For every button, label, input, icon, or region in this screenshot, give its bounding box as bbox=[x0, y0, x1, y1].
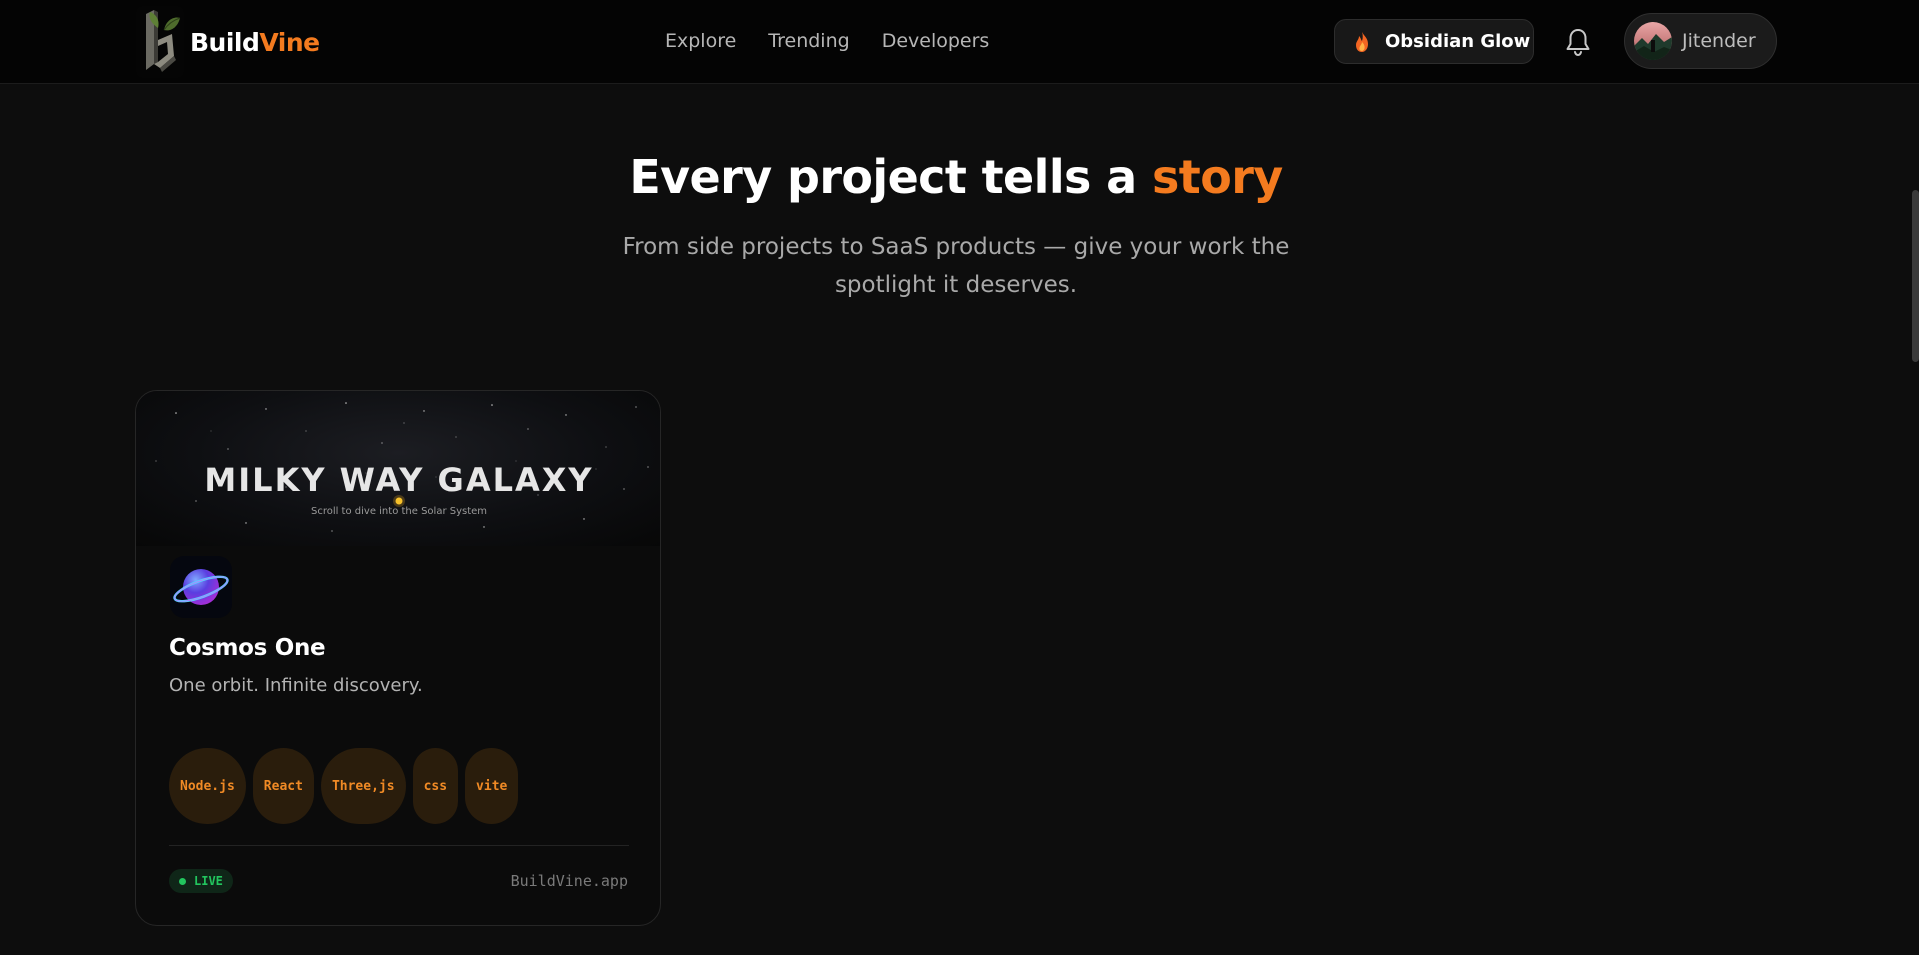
project-name: Cosmos One bbox=[169, 635, 326, 661]
avatar bbox=[1634, 22, 1672, 60]
card-divider bbox=[169, 845, 629, 846]
project-card[interactable]: MILKY WAY GALAXY Scroll to dive into the… bbox=[135, 390, 661, 926]
theme-button-label: Obsidian Glow bbox=[1385, 31, 1531, 52]
cover-title: MILKY WAY GALAXY bbox=[204, 461, 594, 499]
brand-name-part2: Vine bbox=[259, 27, 320, 57]
status-badge: LIVE bbox=[169, 869, 233, 893]
logo-icon bbox=[136, 6, 184, 78]
hero-title: Every project tells a story bbox=[0, 150, 1912, 204]
hero-title-main: Every project tells a bbox=[629, 150, 1153, 204]
nav-trending[interactable]: Trending bbox=[768, 28, 849, 54]
project-cover-image: MILKY WAY GALAXY Scroll to dive into the… bbox=[136, 391, 660, 546]
flame-icon bbox=[1356, 31, 1368, 52]
tech-chip: React bbox=[252, 748, 314, 824]
nav-explore[interactable]: Explore bbox=[665, 28, 736, 54]
nav-developers[interactable]: Developers bbox=[882, 28, 990, 54]
brand-name: BuildVine bbox=[190, 28, 320, 57]
brand-logo[interactable]: BuildVine bbox=[136, 6, 320, 78]
project-tagline: One orbit. Infinite discovery. bbox=[169, 675, 423, 696]
main-nav: Explore Trending Developers bbox=[665, 28, 989, 54]
tech-stack: Node.js React Three,js css vite bbox=[169, 748, 519, 824]
planet-icon bbox=[170, 556, 232, 618]
hero-subtitle: From side projects to SaaS products — gi… bbox=[622, 234, 1290, 298]
cover-subtitle: Scroll to dive into the Solar System bbox=[310, 506, 488, 517]
hero-title-accent: story bbox=[1152, 150, 1283, 204]
tech-chip: Node.js bbox=[169, 748, 246, 824]
bell-icon[interactable] bbox=[1565, 27, 1591, 57]
tech-chip: css bbox=[412, 748, 459, 824]
brand-name-part1: Build bbox=[190, 27, 260, 57]
theme-button[interactable]: Obsidian Glow bbox=[1334, 19, 1534, 64]
page-scrollbar[interactable] bbox=[1912, 190, 1919, 362]
user-menu[interactable]: Jitender bbox=[1624, 13, 1777, 69]
status-dot-icon bbox=[179, 877, 186, 885]
project-domain[interactable]: BuildVine.app bbox=[511, 872, 628, 890]
status-text: LIVE bbox=[194, 874, 223, 888]
tech-chip: Three,js bbox=[320, 748, 406, 824]
top-navbar: BuildVine Explore Trending Developers Ob… bbox=[0, 0, 1919, 84]
tech-chip: vite bbox=[465, 748, 519, 824]
user-name: Jitender bbox=[1682, 30, 1756, 52]
